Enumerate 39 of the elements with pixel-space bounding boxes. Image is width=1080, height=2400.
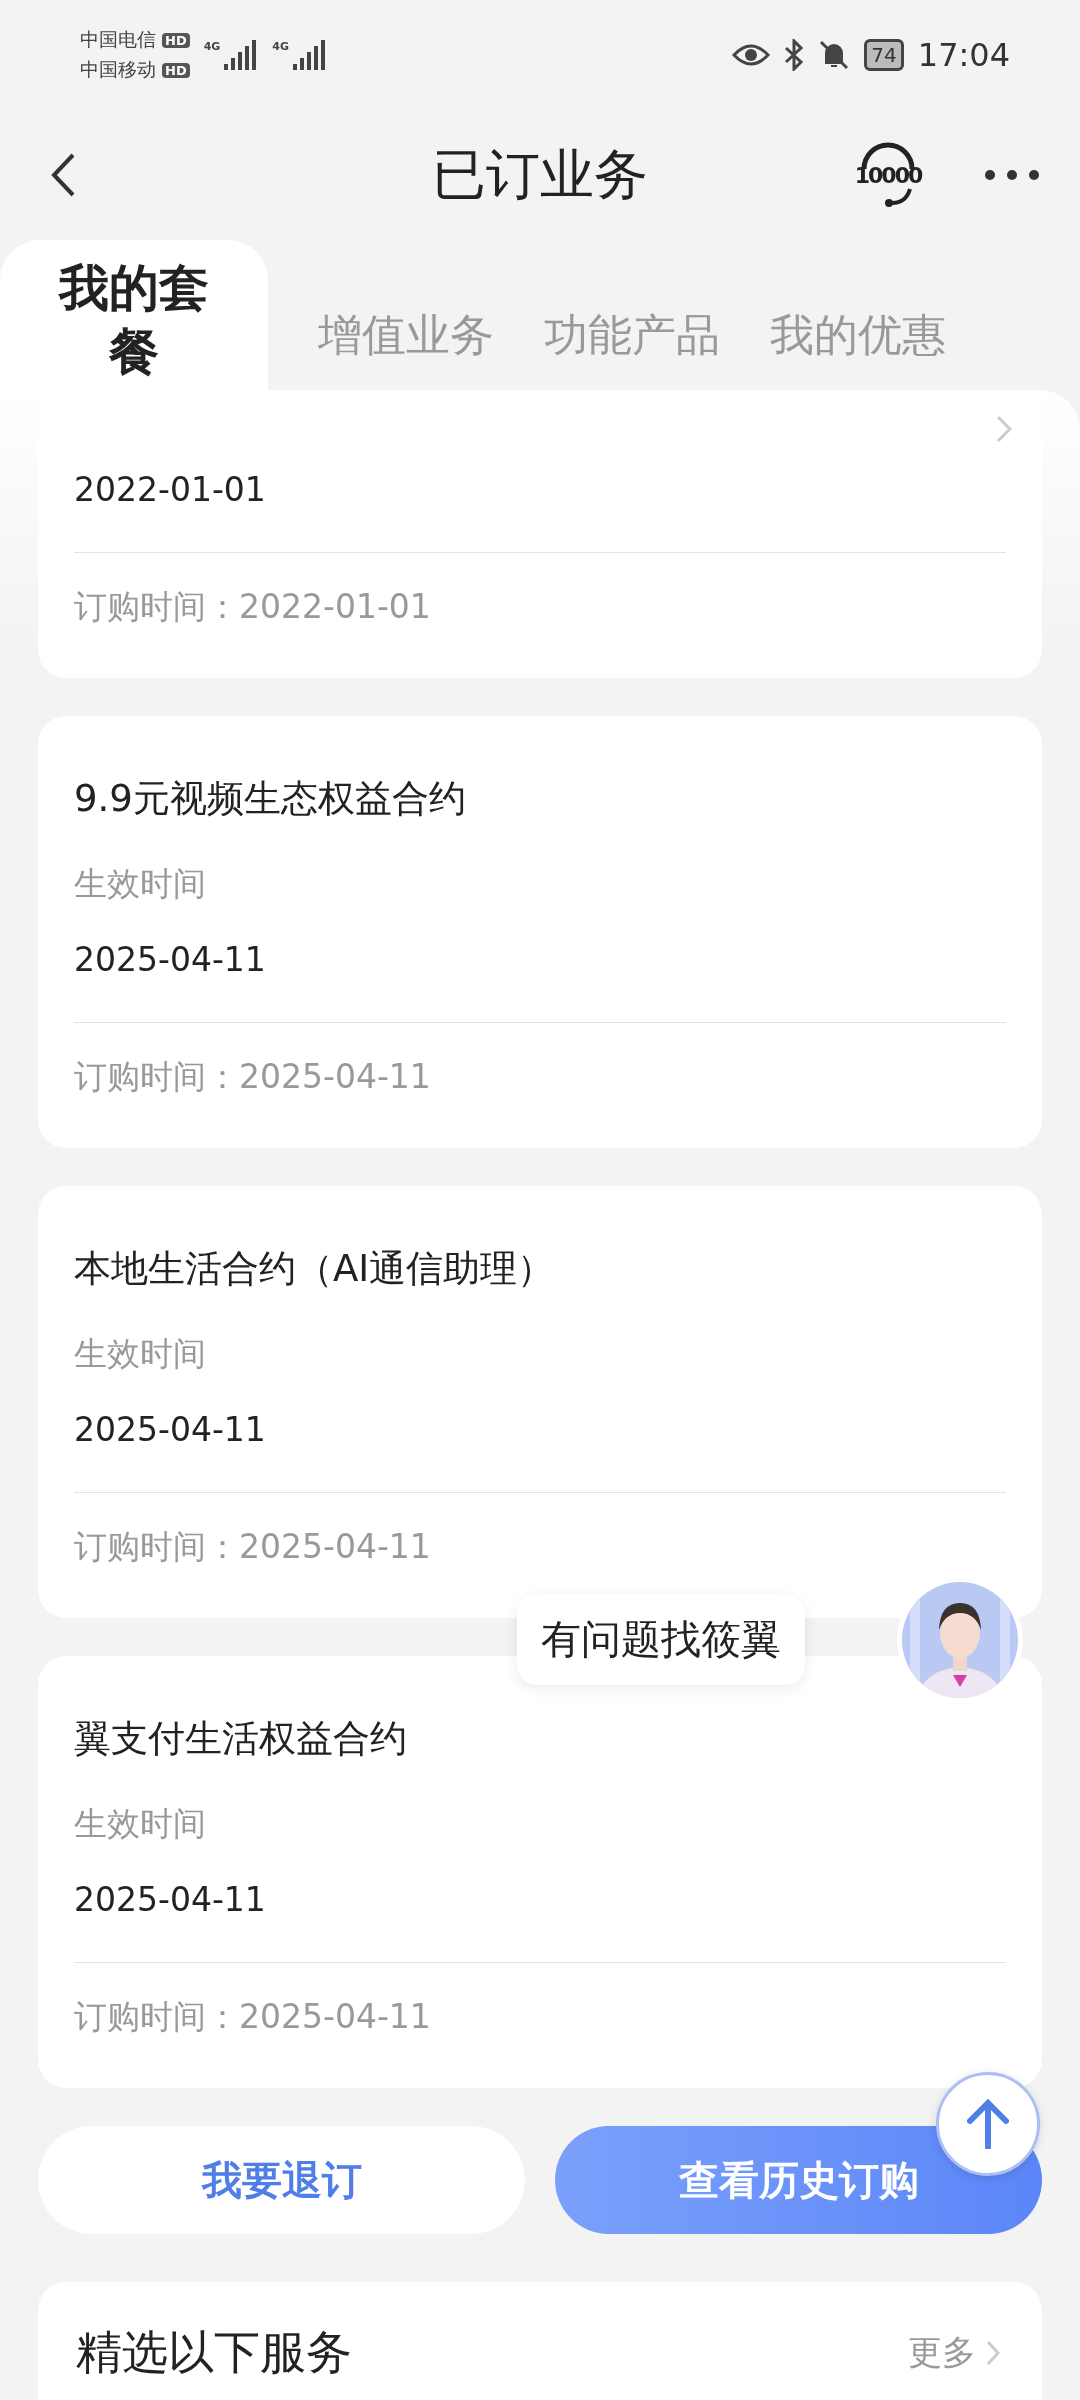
effective-label: 生效时间 [74,1334,206,1373]
more-icon[interactable] [984,169,1040,181]
effective-date: 2025-04-11 [74,1880,266,1919]
effective-date: 2022-01-01 [74,470,266,509]
order-time: 订购时间：2025-04-11 [74,1527,431,1566]
eye-icon [732,42,771,68]
bluetooth-icon [784,39,805,71]
chevron-right-icon [996,415,1012,443]
tab[interactable]: 我的套餐 [0,240,268,390]
signal-icon [293,40,328,70]
effective-date: 2025-04-11 [74,940,266,979]
effective-label: 生效时间 [74,1804,206,1843]
hd-badge: HD [162,32,190,48]
signal-icon [224,40,259,70]
order-time: 订购时间：2025-04-11 [74,1997,431,2036]
effective-label: 生效时间 [74,864,206,903]
plan-title: 本地生活合约（AI通信助理） [74,1247,555,1290]
section-title: 精选以下服务 [76,2324,352,2381]
battery-icon: 74 [864,39,904,71]
plan-title: 翼支付生活权益合约 [74,1717,407,1760]
network-type: 4G [272,40,290,53]
order-time: 订购时间：2022-01-01 [74,587,431,626]
effective-date: 2025-04-11 [74,1410,266,1449]
clock-time: 17:04 [917,36,1010,74]
hd-badge: HD [162,62,190,78]
subscription-card[interactable]: 本地生活合约（AI通信助理） 生效时间 2025-04-11 订购时间：2025-04-11 [38,1186,1042,1618]
network-type: 4G [203,40,221,53]
page-title: 已订业务 [432,142,648,206]
plan-title: 9.9元视频生态权益合约 [74,777,466,820]
muted-bell-icon [818,39,851,71]
order-time: 订购时间：2025-04-11 [74,1057,431,1096]
unsubscribe-button[interactable]: 我要退订 [38,2126,525,2234]
chevron-right-icon [986,2340,1000,2366]
subscription-card[interactable]: 9.9元视频生态权益合约 生效时间 2025-04-11 订购时间：2025-04-11 [38,716,1042,1148]
carrier-name: 中国移动 [80,57,156,82]
arrow-up-icon [966,2099,1010,2149]
back-icon[interactable] [50,152,76,198]
carrier-name: 中国电信 [80,27,156,52]
assistant-bubble[interactable]: 有问题找筱翼 [517,1594,805,1685]
